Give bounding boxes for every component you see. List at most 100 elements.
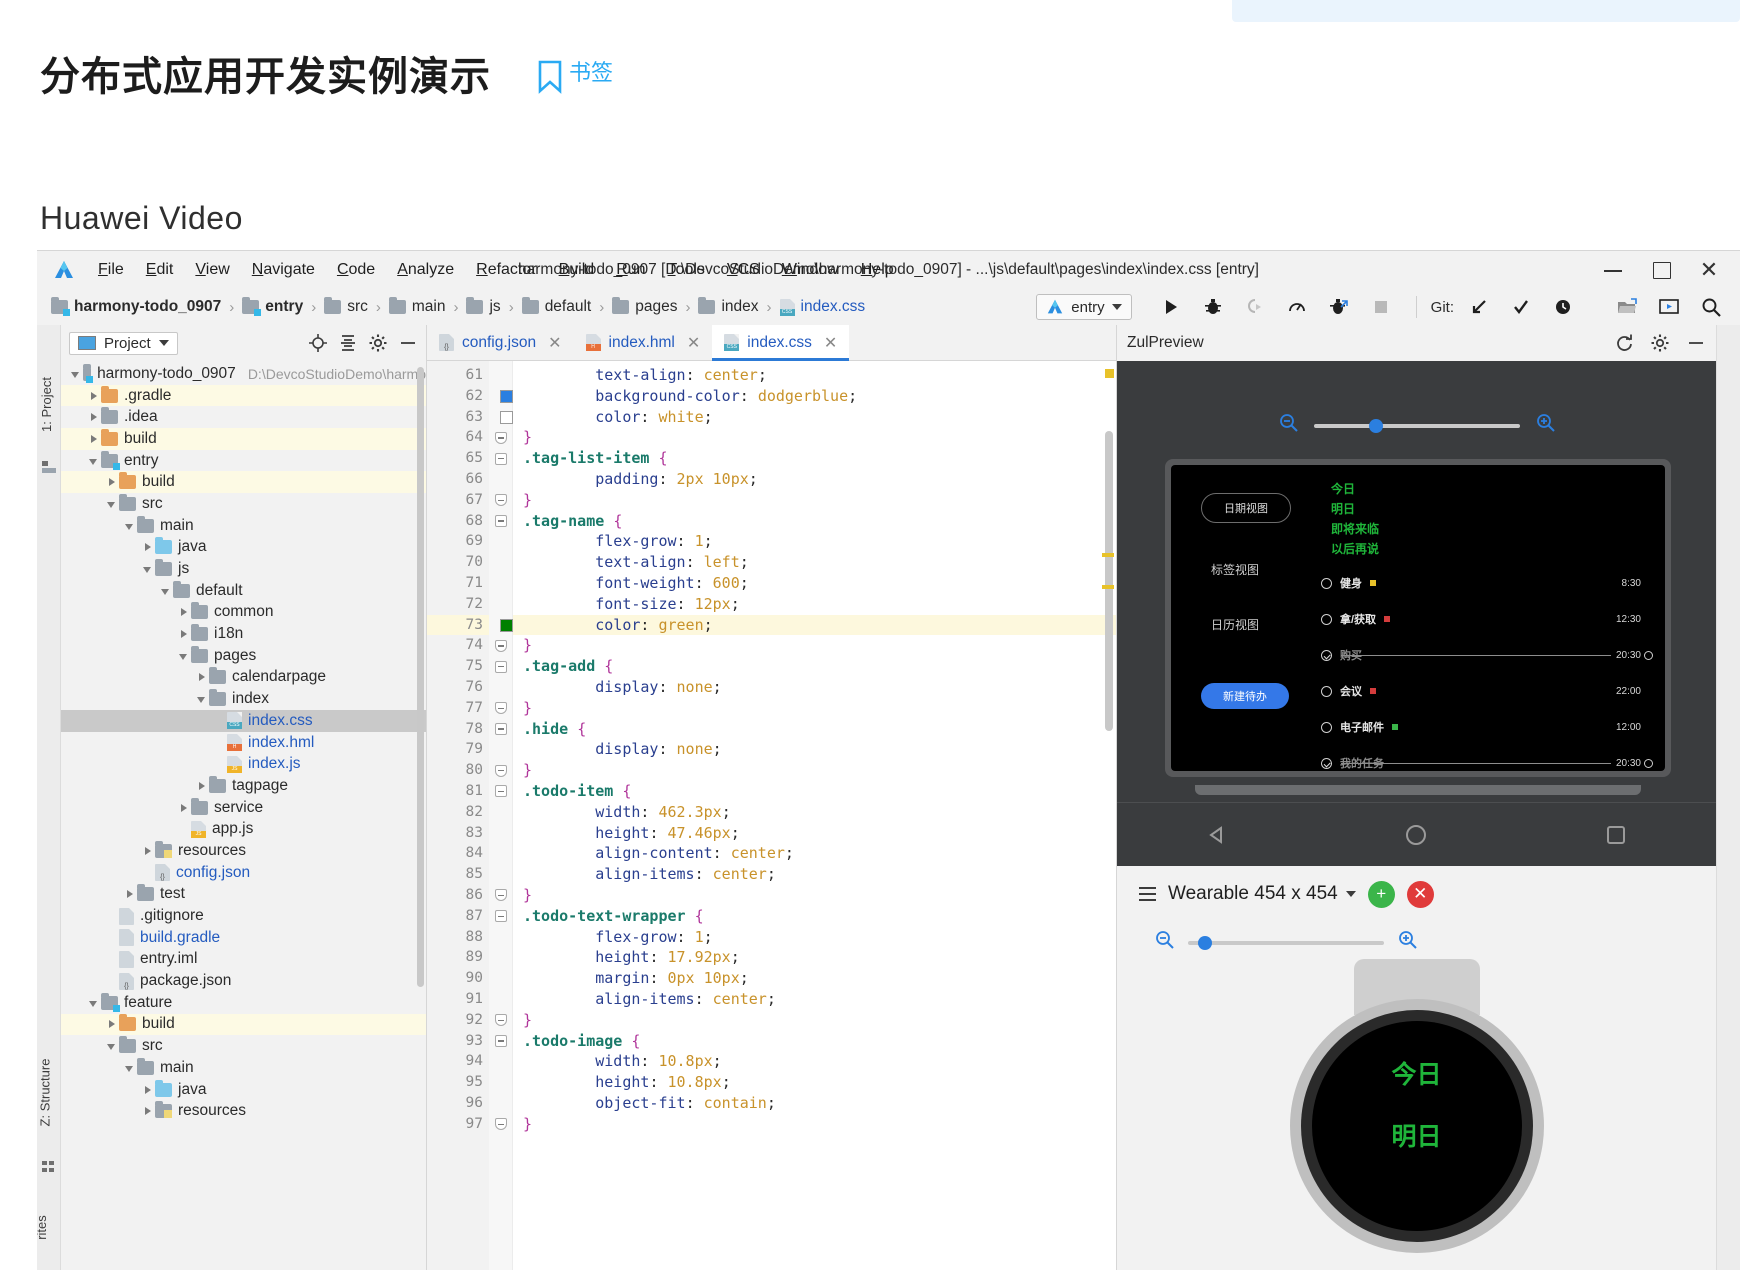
tree-item--gradle[interactable]: .gradle [61, 384, 426, 407]
todo-trailing-circle-icon[interactable] [1644, 758, 1653, 768]
menu-code[interactable]: Code [326, 258, 386, 282]
menu-analyze[interactable]: Analyze [386, 258, 465, 282]
tree-item-package-json[interactable]: {} package.json [61, 970, 426, 992]
color-swatch-icon[interactable] [500, 618, 513, 632]
tree-expand-arrow-icon[interactable] [195, 670, 209, 684]
code-text[interactable]: text-align: center; background-color: do… [513, 361, 1116, 1270]
tree-item-harmony-todo-0907[interactable]: harmony-todo_0907 D:\DevcoStudioDemo\harm… [61, 363, 426, 385]
tree-item-build[interactable]: build [61, 471, 426, 494]
tree-item-build[interactable]: build [61, 1013, 426, 1036]
tree-expand-arrow-icon[interactable] [123, 519, 137, 533]
editor-marker-change-2[interactable] [1102, 585, 1114, 589]
fold-cell[interactable] [489, 698, 512, 719]
editor-tab-index-css[interactable]: CSS index.css ✕ [712, 325, 850, 361]
fold-toggle-icon[interactable] [494, 910, 507, 923]
tree-item-default[interactable]: default [61, 580, 426, 602]
breadcrumb-item-pages[interactable]: pages [612, 297, 677, 316]
collapse-all-icon[interactable] [338, 333, 358, 353]
fold-cell[interactable] [489, 448, 512, 469]
hide-panel-icon[interactable] [398, 333, 418, 353]
tree-expand-arrow-icon[interactable] [87, 454, 101, 468]
fold-toggle-icon[interactable] [494, 702, 507, 715]
stop-button[interactable] [1360, 292, 1402, 322]
tree-item-src[interactable]: src [61, 493, 426, 515]
app-sidebar-item-tag-view[interactable]: 标签视图 [1211, 561, 1311, 578]
menu-edit[interactable]: Edit [135, 258, 185, 282]
tree-expand-arrow-icon[interactable] [195, 779, 209, 793]
tree-expand-arrow-icon[interactable] [141, 562, 155, 576]
todo-checked-icon[interactable] [1321, 649, 1332, 661]
rail-structure-icon[interactable] [42, 460, 56, 474]
menu-file[interactable]: File [87, 258, 135, 282]
git-commit-button[interactable] [1500, 292, 1542, 322]
profiler-button[interactable] [1276, 292, 1318, 322]
zoom-out-icon[interactable] [1155, 930, 1174, 955]
todo-checked-icon[interactable] [1321, 757, 1332, 769]
tree-expand-arrow-icon[interactable] [141, 844, 155, 858]
fold-cell[interactable] [489, 885, 512, 906]
git-update-button[interactable] [1458, 292, 1500, 322]
breadcrumb-item-entry[interactable]: entry [242, 297, 303, 316]
tree-expand-arrow-icon[interactable] [105, 1017, 119, 1031]
app-todo-item[interactable]: 电子邮件 12:00 [1321, 709, 1655, 745]
editor-scrollbar[interactable] [1105, 431, 1113, 731]
fold-cell[interactable] [489, 906, 512, 927]
app-todo-item[interactable]: 会议 22:00 [1321, 673, 1655, 709]
run-button[interactable] [1150, 292, 1192, 322]
app-new-todo-button[interactable]: 新建待办 [1201, 683, 1289, 709]
fold-cell[interactable] [489, 781, 512, 802]
run-configuration-selector[interactable]: entry [1036, 294, 1132, 320]
maximize-button[interactable] [1650, 259, 1672, 281]
search-everywhere-button[interactable] [1690, 292, 1732, 322]
tree-item-i18n[interactable]: i18n [61, 623, 426, 645]
settings-gear-icon[interactable] [368, 333, 388, 353]
preview-button[interactable] [1648, 292, 1690, 322]
fold-cell[interactable] [489, 760, 512, 781]
app-todo-item[interactable]: 健身 8:30 [1321, 565, 1655, 601]
code-area[interactable]: 61 62 63 64 65 66 67 68 69 70 71 72 73 74 75 76 77 78 79 80… [427, 361, 1116, 1270]
editor-tab-index-hml[interactable]: Hindex.hml ✕ [574, 325, 713, 360]
tree-expand-arrow-icon[interactable] [195, 692, 209, 706]
fold-toggle-icon[interactable] [494, 722, 507, 735]
tree-expand-arrow-icon[interactable] [177, 605, 191, 619]
fold-cell[interactable] [489, 511, 512, 532]
tree-item-js[interactable]: js [61, 558, 426, 580]
tree-expand-arrow-icon[interactable] [105, 475, 119, 489]
tree-item-index[interactable]: index [61, 688, 426, 710]
close-button[interactable]: ✕ [1698, 259, 1720, 281]
app-sidebar-item-calendar-view[interactable]: 日历视图 [1211, 616, 1311, 633]
tree-item-main[interactable]: main [61, 515, 426, 537]
fold-toggle-icon[interactable] [494, 431, 507, 444]
tree-item-java[interactable]: java [61, 537, 426, 559]
tree-item-calendarpage[interactable]: calendarpage [61, 667, 426, 689]
close-tab-icon[interactable]: ✕ [548, 333, 561, 353]
nav-recents-button[interactable] [1601, 820, 1631, 850]
hide-panel-icon[interactable] [1686, 333, 1706, 353]
todo-trailing-circle-icon[interactable] [1644, 650, 1653, 660]
tree-item-app-js[interactable]: JS app.js [61, 818, 426, 840]
app-sidebar-item-date-view[interactable]: 日期视图 [1201, 493, 1291, 523]
menu-view[interactable]: View [184, 258, 240, 282]
todo-unchecked-icon[interactable] [1321, 613, 1332, 625]
breadcrumb-item-index[interactable]: index [698, 297, 759, 316]
breadcrumb-item-js[interactable]: js [466, 297, 501, 316]
fold-cell[interactable] [489, 656, 512, 677]
editor-marker-warning[interactable] [1105, 369, 1114, 378]
wearable-device-selector[interactable]: Wearable 454 x 454 [1168, 883, 1356, 905]
fold-toggle-icon[interactable] [494, 1118, 507, 1131]
tree-item-service[interactable]: service [61, 797, 426, 819]
fold-cell[interactable] [489, 1114, 512, 1135]
fold-cell[interactable] [489, 490, 512, 511]
tree-item-build-gradle[interactable]: build.gradle [61, 927, 426, 949]
color-swatch-icon[interactable] [500, 410, 513, 424]
tv-screen[interactable]: 日期视图 标签视图 日历视图 新建待办 今日 明日 即将来临 以后再说 健身 8:30 拿… [1171, 465, 1665, 771]
tree-expand-arrow-icon[interactable] [177, 801, 191, 815]
locate-file-icon[interactable] [308, 333, 328, 353]
run-with-coverage-button[interactable] [1318, 292, 1360, 322]
breadcrumb-item-src[interactable]: src [324, 297, 368, 316]
debug-button[interactable] [1192, 292, 1234, 322]
tree-item-src[interactable]: src [61, 1035, 426, 1057]
zoom-in-icon[interactable] [1536, 413, 1555, 438]
tree-item--idea[interactable]: .idea [61, 406, 426, 428]
breadcrumb-item-main[interactable]: main [388, 297, 445, 316]
